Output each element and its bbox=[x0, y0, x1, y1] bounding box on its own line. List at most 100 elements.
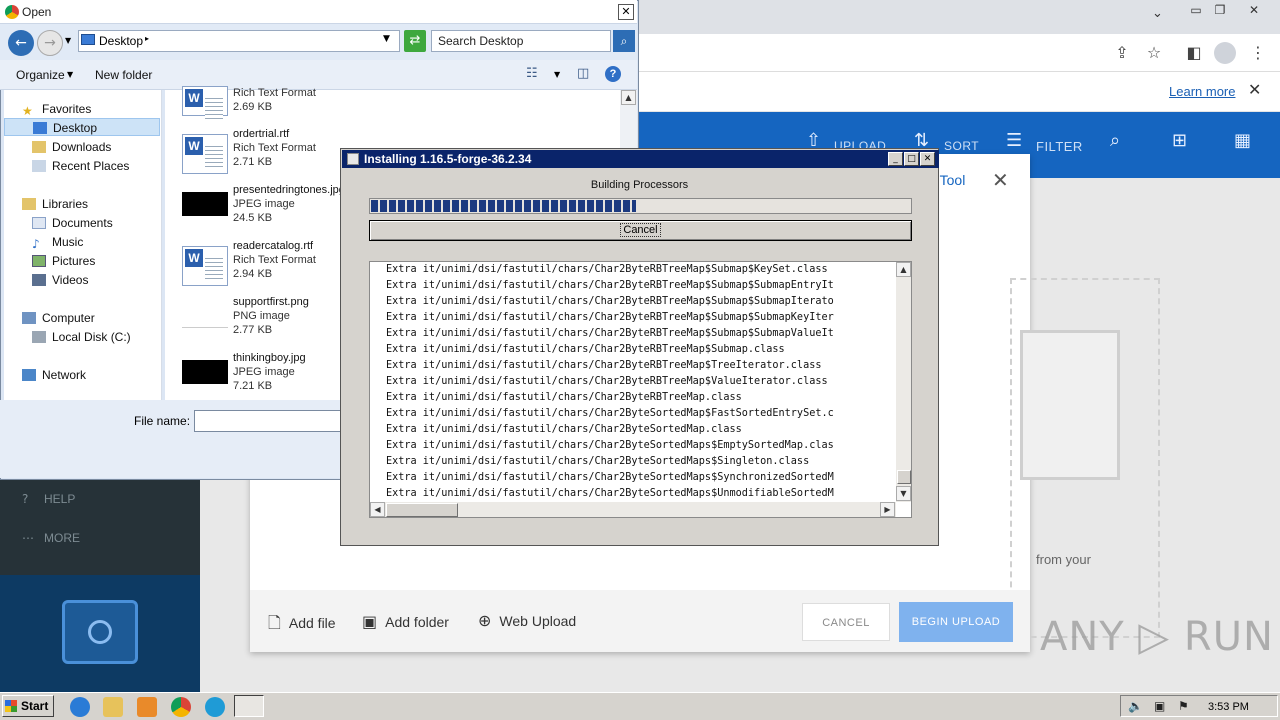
side-panel-icon[interactable]: ◧ bbox=[1182, 34, 1206, 72]
log-scroll-left-icon[interactable]: ◀ bbox=[370, 502, 385, 517]
volume-icon[interactable]: 🔈 bbox=[1128, 699, 1143, 713]
installer-title: Installing 1.16.5-forge-36.2.34 bbox=[364, 152, 532, 166]
disk-icon bbox=[32, 331, 46, 343]
notice-close-icon[interactable]: ✕ bbox=[1248, 80, 1261, 99]
java-icon bbox=[347, 153, 359, 165]
help-icon[interactable]: ? bbox=[605, 66, 621, 82]
taskbar bbox=[0, 692, 1280, 720]
add-folder-button[interactable]: ▣ Add folder bbox=[362, 612, 449, 631]
progress-bar bbox=[369, 198, 912, 214]
chrome-icon bbox=[5, 5, 19, 19]
file-item[interactable]: presentedringtones.jpg JPEG image 24.5 K… bbox=[180, 184, 350, 236]
minimize-icon[interactable]: ▭ bbox=[1184, 0, 1208, 20]
log-line: Extra it/unimi/dsi/fastutil/chars/Char2B… bbox=[386, 424, 742, 435]
organize-dropdown-icon[interactable]: ▼ bbox=[67, 70, 73, 79]
log-horizontal-scrollbar[interactable]: ◀ ▶ bbox=[370, 502, 896, 517]
preview-pane-icon[interactable]: ◫ bbox=[577, 66, 589, 81]
file-explorer-icon[interactable] bbox=[103, 697, 123, 717]
log-vertical-scrollbar[interactable]: ▲ ▼ bbox=[896, 262, 911, 502]
view-options-icon[interactable]: ☷ bbox=[526, 66, 538, 81]
nav-computer[interactable]: Computer bbox=[22, 309, 178, 327]
modal-close-icon[interactable]: ✕ bbox=[992, 168, 1009, 192]
web-upload-button[interactable]: ⊕ Web Upload bbox=[478, 611, 576, 630]
restore-icon[interactable]: ❐ bbox=[1208, 0, 1232, 20]
search-input[interactable]: Search Desktop bbox=[431, 30, 611, 52]
learn-more-link[interactable]: Learn more bbox=[1169, 84, 1235, 99]
safe-dial-icon bbox=[88, 620, 112, 644]
nav-desktop[interactable]: Desktop bbox=[4, 118, 160, 136]
file-item[interactable]: thinkingboy.jpg JPEG image 7.21 KB bbox=[180, 352, 350, 404]
windows-logo-icon bbox=[5, 700, 17, 712]
sort-label[interactable]: SORT bbox=[944, 139, 979, 153]
new-folder-icon[interactable]: ⊞ bbox=[1172, 130, 1187, 151]
open-dialog-close-icon[interactable]: ✕ bbox=[618, 4, 634, 20]
filter-icon[interactable]: ☰ bbox=[1006, 130, 1022, 151]
log-hscroll-thumb[interactable] bbox=[386, 503, 458, 517]
internet-explorer-icon[interactable] bbox=[70, 697, 90, 717]
view-dropdown-icon[interactable]: ▼ bbox=[554, 70, 560, 79]
breadcrumb-caret-icon[interactable]: ▸ bbox=[145, 34, 149, 43]
filter-label[interactable]: FILTER bbox=[1036, 139, 1083, 154]
rtf-file-icon bbox=[182, 246, 228, 286]
back-arrow-icon[interactable]: ← bbox=[8, 30, 34, 56]
downloads-folder-icon bbox=[32, 141, 46, 153]
flag-icon[interactable]: ⚑ bbox=[1178, 699, 1189, 713]
documents-icon bbox=[32, 217, 46, 229]
progress-fill bbox=[371, 200, 637, 212]
search-magnifier-icon[interactable]: ⌕ bbox=[613, 30, 635, 52]
nav-network[interactable]: Network bbox=[22, 366, 178, 384]
file-item[interactable]: supportfirst.png PNG image 2.77 KB bbox=[180, 296, 350, 348]
log-line: Extra it/unimi/dsi/fastutil/chars/Char2B… bbox=[386, 376, 828, 387]
search-icon[interactable]: ⌕ bbox=[1110, 130, 1120, 151]
installer-log[interactable]: Extra it/unimi/dsi/fastutil/chars/Char2B… bbox=[369, 261, 912, 518]
tab-list-chevron-icon[interactable]: ⌄ bbox=[1152, 6, 1163, 21]
history-dropdown-icon[interactable]: ▼ bbox=[65, 36, 71, 45]
globe-icon: ⊕ bbox=[478, 611, 492, 630]
installer-minimize-icon[interactable]: _ bbox=[888, 152, 903, 166]
edge-icon[interactable] bbox=[205, 697, 225, 717]
nav-favorites[interactable]: ★ Favorites bbox=[22, 100, 178, 118]
chrome-taskbar-icon[interactable] bbox=[171, 697, 191, 717]
file-name-input[interactable] bbox=[194, 410, 354, 432]
begin-upload-button[interactable]: BEGIN UPLOAD bbox=[899, 602, 1013, 642]
share-icon[interactable]: ⇪ bbox=[1110, 34, 1134, 72]
file-item[interactable]: ordertrial.rtf Rich Text Format 2.71 KB bbox=[180, 128, 350, 180]
file-name-label: File name: bbox=[134, 414, 191, 428]
installer-dialog: Installing 1.16.5-forge-36.2.34 _ □ ✕ Bu… bbox=[340, 148, 939, 546]
bookmark-star-icon[interactable]: ☆ bbox=[1142, 34, 1166, 72]
profile-avatar-icon[interactable] bbox=[1214, 42, 1236, 64]
log-line: Extra it/unimi/dsi/fastutil/chars/Char2B… bbox=[386, 360, 822, 371]
anyrun-watermark: ANY ▷ RUN bbox=[1040, 614, 1274, 660]
log-scroll-right-icon[interactable]: ▶ bbox=[880, 502, 895, 517]
window-close-icon[interactable]: ✕ bbox=[1242, 0, 1266, 20]
add-file-button[interactable]: 🗋 Add file bbox=[268, 612, 336, 639]
open-dialog-title: Open bbox=[22, 5, 52, 19]
scroll-up-icon[interactable]: ▲ bbox=[621, 90, 636, 105]
organize-menu[interactable]: Organize bbox=[16, 68, 65, 82]
java-installer-taskbar-button[interactable] bbox=[234, 695, 264, 717]
modal-cancel-button[interactable]: CANCEL bbox=[802, 603, 890, 641]
jpg-thumbnail bbox=[182, 192, 228, 216]
network-tray-icon[interactable]: ▣ bbox=[1154, 699, 1165, 713]
grid-view-icon[interactable]: ▦ bbox=[1234, 130, 1251, 151]
log-vscroll-thumb[interactable] bbox=[897, 470, 911, 484]
nav-libraries[interactable]: Libraries bbox=[22, 195, 178, 213]
new-folder-button[interactable]: New folder bbox=[95, 68, 152, 82]
log-scroll-up-icon[interactable]: ▲ bbox=[896, 262, 911, 277]
refresh-icon[interactable]: ⇄ bbox=[404, 30, 426, 52]
address-bar[interactable]: Desktop bbox=[78, 30, 400, 52]
sidebar-item-more[interactable]: ⋯ MORE bbox=[22, 531, 80, 545]
browser-menu-icon[interactable]: ⋮ bbox=[1246, 34, 1270, 72]
address-dropdown-icon[interactable]: ▼ bbox=[383, 34, 390, 44]
sidebar-item-help[interactable]: ? HELP bbox=[22, 492, 75, 506]
log-line: Extra it/unimi/dsi/fastutil/chars/Char2B… bbox=[386, 440, 834, 451]
installer-maximize-icon[interactable]: □ bbox=[904, 152, 919, 166]
file-item[interactable]: readercatalog.rtf Rich Text Format 2.94 … bbox=[180, 240, 350, 292]
log-scroll-down-icon[interactable]: ▼ bbox=[896, 486, 911, 501]
log-line: Extra it/unimi/dsi/fastutil/chars/Char2B… bbox=[386, 392, 742, 403]
more-icon: ⋯ bbox=[22, 531, 34, 545]
installer-close-icon[interactable]: ✕ bbox=[920, 152, 935, 166]
media-player-icon[interactable] bbox=[137, 697, 157, 717]
installer-cancel-button[interactable]: Cancel bbox=[369, 220, 912, 241]
forward-arrow-icon[interactable]: → bbox=[37, 30, 63, 56]
